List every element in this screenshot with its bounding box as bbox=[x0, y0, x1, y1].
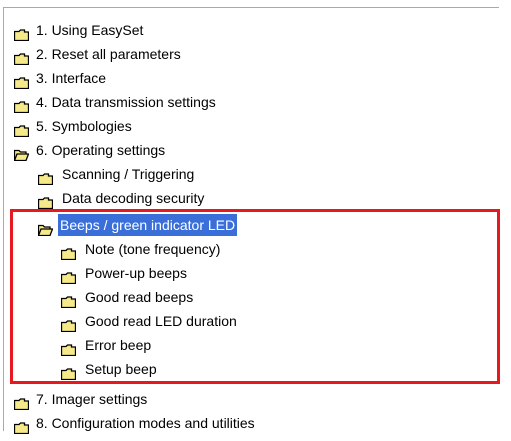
tree-item-label: Good read beeps bbox=[85, 289, 194, 305]
folder-closed-icon bbox=[60, 291, 77, 309]
tree-item-label: Error beep bbox=[85, 337, 152, 353]
tree-item-label: 8. Configuration modes and utilities bbox=[36, 415, 255, 431]
tree-view[interactable]: 1. Using EasySet 2. Reset all parameters… bbox=[3, 7, 499, 435]
tree-item-label: 4. Data transmission settings bbox=[36, 94, 216, 110]
folder-closed-icon bbox=[13, 96, 30, 114]
folder-closed-icon bbox=[13, 48, 30, 66]
folder-closed-icon bbox=[13, 72, 30, 90]
tree-item-label: Power-up beeps bbox=[85, 265, 187, 281]
tree-item-label: 3. Interface bbox=[36, 70, 107, 86]
folder-closed-icon bbox=[60, 315, 77, 333]
folder-closed-icon bbox=[60, 267, 77, 285]
tree-item-label: Data decoding security bbox=[62, 190, 205, 206]
folder-closed-icon bbox=[60, 363, 77, 381]
tree-item-label: 6. Operating settings bbox=[36, 142, 166, 158]
folder-closed-icon bbox=[13, 120, 30, 138]
tree-item-label: Good read LED duration bbox=[85, 313, 237, 329]
folder-open-icon bbox=[13, 144, 30, 162]
tree-item-label: 7. Imager settings bbox=[36, 391, 148, 407]
folder-closed-icon bbox=[60, 243, 77, 261]
folder-closed-icon bbox=[13, 417, 30, 435]
tree-item-label: 2. Reset all parameters bbox=[36, 46, 181, 62]
tree-item-label: Scanning / Triggering bbox=[62, 166, 195, 182]
folder-closed-icon bbox=[37, 168, 54, 186]
folder-open-icon bbox=[37, 219, 54, 237]
tree-item-label: Setup beep bbox=[85, 361, 157, 377]
tree-item-label-selected: Beeps / green indicator LED bbox=[58, 214, 238, 236]
folder-closed-icon bbox=[13, 393, 30, 411]
folder-closed-icon bbox=[37, 192, 54, 210]
folder-closed-icon bbox=[60, 339, 77, 357]
folder-closed-icon bbox=[13, 24, 30, 42]
tree-item-label: Note (tone frequency) bbox=[85, 241, 221, 257]
tree-item-label: 1. Using EasySet bbox=[36, 22, 144, 38]
tree-item-label: 5. Symbologies bbox=[36, 118, 132, 134]
